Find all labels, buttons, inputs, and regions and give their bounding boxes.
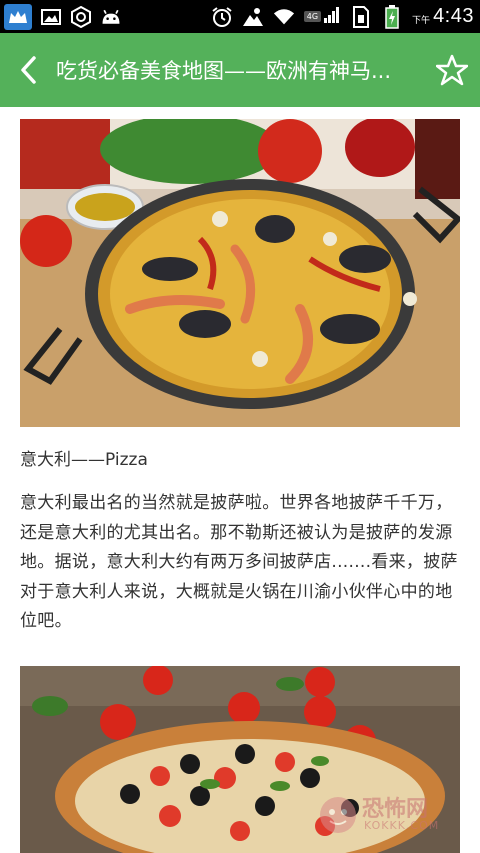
- section-caption: 意大利——Pizza: [20, 450, 148, 470]
- weather-icon: [242, 6, 264, 28]
- chevron-left-icon: [21, 56, 36, 84]
- status-ampm: 下午: [412, 16, 431, 26]
- app-crown-icon: [4, 3, 32, 30]
- status-bar: 4G 下午 4:43: [0, 0, 480, 33]
- back-button[interactable]: [0, 33, 56, 107]
- gallery-icon: [40, 6, 62, 28]
- pizza-image: 恐怖网 KOKKK.COM: [20, 666, 460, 853]
- star-icon: [436, 54, 468, 86]
- alarm-icon: [211, 6, 233, 28]
- watermark-url: KOKKK.COM: [364, 819, 440, 832]
- network-type-label: 4G: [303, 11, 322, 22]
- title-bar: 吃货必备美食地图——欧洲有神马...: [0, 33, 480, 107]
- hexagon-icon: [70, 5, 92, 28]
- watermark-logo: 恐怖网 KOKKK.COM: [318, 785, 448, 845]
- article-paragraph: 意大利最出名的当然就是披萨啦。世界各地披萨千千万，还是意大利的尤其出名。那不勒斯…: [20, 493, 458, 631]
- android-icon: [100, 6, 122, 28]
- status-time: 4:43: [433, 5, 474, 27]
- signal-icon: [323, 6, 341, 28]
- favorite-button[interactable]: [424, 33, 480, 107]
- page-title: 吃货必备美食地图——欧洲有神马...: [56, 59, 392, 83]
- paella-image: [20, 119, 460, 427]
- battery-icon: [381, 4, 403, 29]
- wifi-icon: [273, 6, 295, 28]
- sim-icon: [350, 5, 372, 28]
